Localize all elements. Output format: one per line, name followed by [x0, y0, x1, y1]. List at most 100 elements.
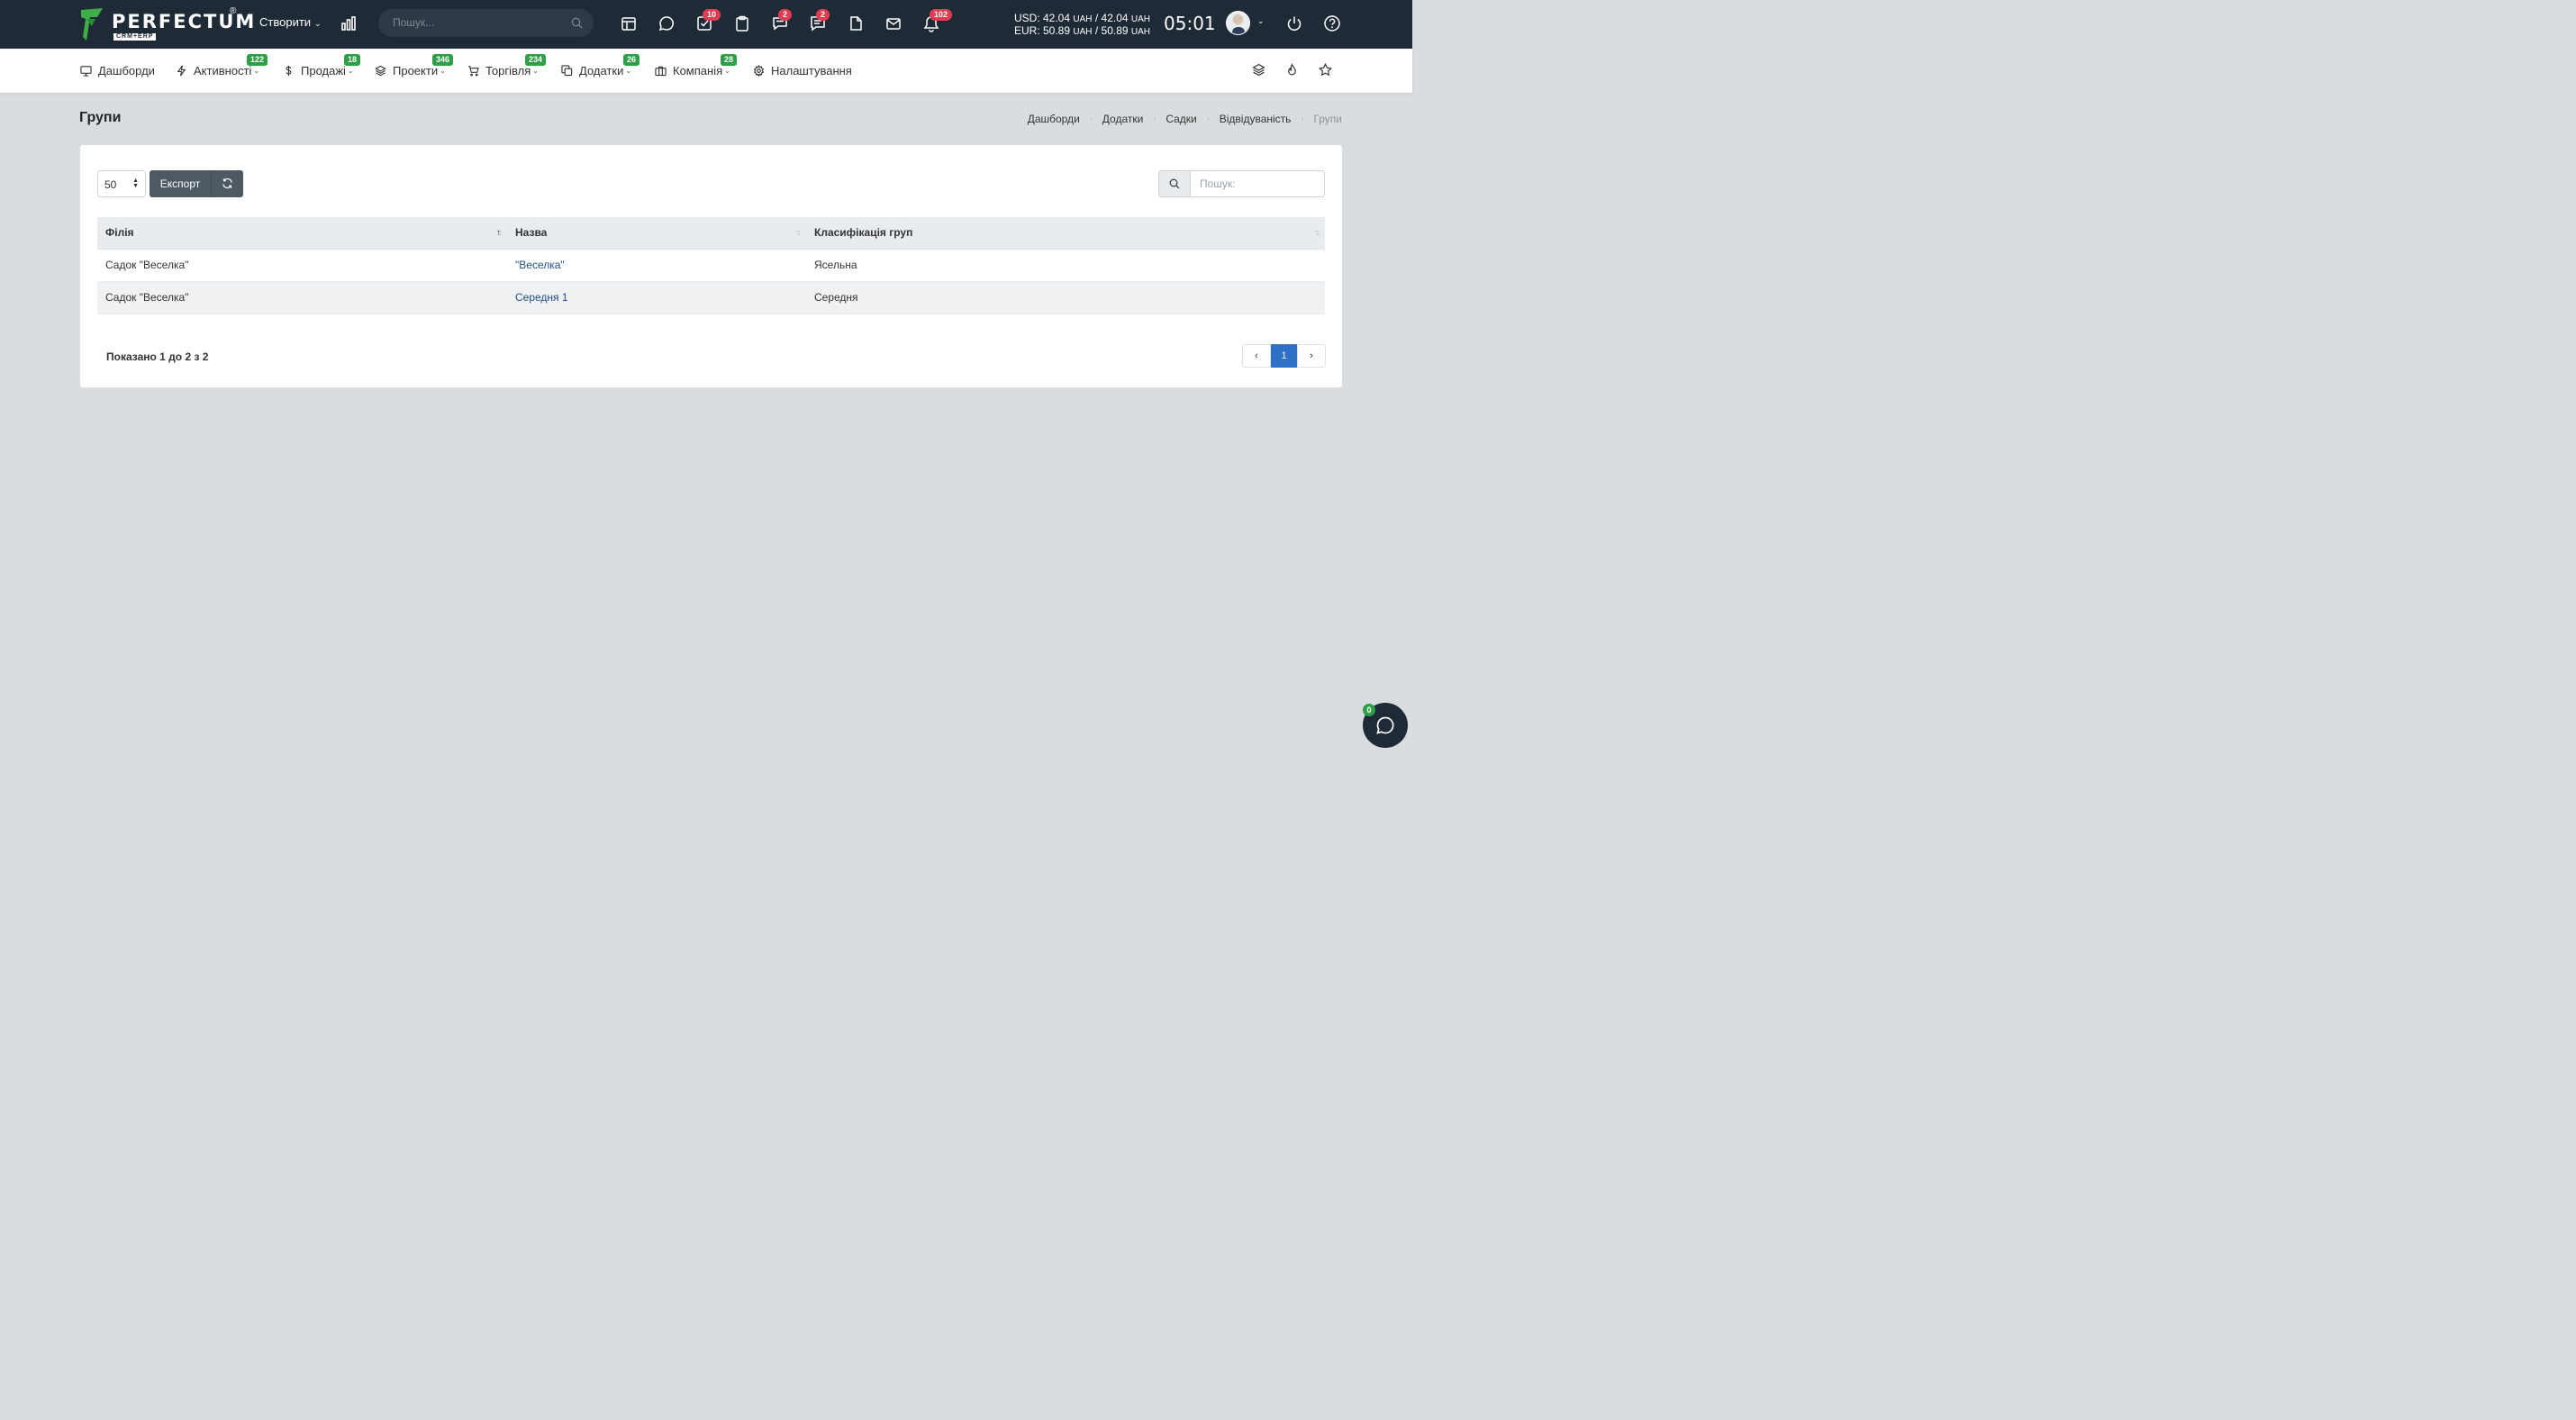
table-search-input[interactable]	[1190, 170, 1325, 197]
clock: 05:01	[1164, 13, 1216, 34]
chat-icon[interactable]	[658, 14, 676, 32]
nav-label: Додатки	[579, 64, 624, 77]
breadcrumb: Дашборди › Додатки › Садки › Відвідувані…	[1028, 113, 1342, 125]
page-title: Групи	[79, 110, 122, 125]
chevron-down-icon: ⌄	[724, 67, 730, 75]
monitor-icon	[80, 66, 92, 77]
global-search[interactable]	[378, 9, 594, 37]
notifications-badge: 102	[930, 9, 953, 21]
group-link[interactable]: Середня 1	[515, 291, 568, 304]
page-length-select[interactable]: 50 ▲ ▼	[97, 170, 146, 197]
bolt-icon	[177, 65, 186, 77]
pagination-prev[interactable]: ‹	[1242, 344, 1271, 368]
column-header-classification[interactable]: Класифікація груп ↑↓	[806, 217, 1325, 250]
star-icon[interactable]	[1319, 62, 1333, 77]
column-header-branch[interactable]: Філія ↑↓	[97, 217, 507, 250]
export-button[interactable]: Експорт	[150, 170, 211, 197]
nav-badge: 346	[432, 54, 454, 66]
layers-icon[interactable]	[1252, 63, 1266, 77]
cell-branch: Садок "Веселка"	[97, 281, 507, 314]
nav-item-company[interactable]: Компанія ⌄ 28	[655, 54, 738, 77]
fire-icon[interactable]	[1285, 63, 1300, 77]
main-nav: Дашборди Активності ⌄ 122 Продажі ⌄ 18 Про…	[0, 49, 1412, 93]
page-length-value: 50	[104, 178, 117, 191]
logo[interactable]: PERFECTUM CRM+ERP ®	[79, 6, 254, 42]
nav-item-dashboards[interactable]: Дашборди	[80, 64, 155, 77]
breadcrumb-item[interactable]: Відвідуваність	[1220, 113, 1292, 125]
pagination: ‹ 1 ›	[1242, 344, 1326, 368]
nav-item-addons[interactable]: Додатки ⌄ 26	[561, 54, 640, 77]
logo-registered: ®	[230, 6, 237, 16]
nav-item-sales[interactable]: Продажі ⌄ 18	[283, 54, 361, 77]
logo-subtitle: CRM+ERP	[113, 33, 157, 41]
tasks-badge: 10	[703, 9, 721, 21]
chevron-right-icon: ›	[1206, 114, 1210, 123]
sort-icon: ↑↓	[795, 228, 802, 238]
mail-icon[interactable]	[884, 14, 903, 32]
clipboard-icon[interactable]	[733, 14, 751, 32]
discussions-badge: 2	[778, 9, 793, 21]
help-icon[interactable]	[1323, 14, 1341, 32]
nav-label: Активності	[194, 64, 252, 77]
notes-icon[interactable]: 2	[809, 9, 830, 32]
pagination-page[interactable]: 1	[1271, 344, 1297, 368]
breadcrumb-item[interactable]: Додатки	[1102, 113, 1144, 125]
create-dropdown[interactable]: Створити ⌄	[259, 15, 322, 29]
table-row: Садок "Веселка" Середня 1 Середня	[97, 281, 1325, 314]
briefcase-icon	[655, 66, 667, 77]
calendar-icon[interactable]	[620, 14, 638, 32]
chevron-right-icon: ›	[1153, 114, 1156, 123]
eur-rate: EUR: 50.89 UAH / 50.89 UAH	[1014, 24, 1151, 37]
notes-badge: 2	[816, 9, 830, 21]
chat-bubble-icon	[1376, 716, 1394, 734]
nav-item-activities[interactable]: Активності ⌄ 122	[176, 54, 268, 77]
chevron-down-icon[interactable]: ⌄	[1257, 16, 1265, 26]
copy-icon	[561, 65, 573, 77]
chevron-down-icon: ⌄	[625, 67, 632, 75]
nav-label: Проекти	[393, 64, 439, 77]
column-header-name[interactable]: Назва ↑↓	[507, 217, 806, 250]
cell-classification: Середня	[806, 281, 1325, 314]
gear-icon	[753, 65, 765, 77]
power-icon[interactable]	[1285, 14, 1303, 32]
top-bar: PERFECTUM CRM+ERP ® Створити⌄ 10 2 2	[0, 0, 1412, 49]
nav-label: Компанія	[673, 64, 723, 77]
nav-item-trade[interactable]: Торгівля ⌄ 234	[467, 54, 547, 77]
chevron-down-icon: ⌄	[314, 19, 322, 28]
search-icon	[1158, 170, 1191, 197]
currency-rates: USD: 42.04 UAH / 42.04 UAH EUR: 50.89 UA…	[1014, 13, 1150, 38]
refresh-icon	[222, 178, 232, 189]
nav-label: Дашборди	[98, 64, 155, 77]
nav-badge: 234	[525, 54, 547, 66]
dollar-icon	[286, 65, 292, 77]
chevron-down-icon: ⌄	[532, 67, 539, 75]
group-link[interactable]: "Веселка"	[515, 259, 565, 271]
breadcrumb-current: Групи	[1313, 113, 1342, 125]
nav-label: Торгівля	[485, 64, 531, 77]
global-search-input[interactable]	[393, 16, 564, 29]
file-icon[interactable]	[847, 14, 865, 32]
breadcrumb-item[interactable]: Дашборди	[1028, 113, 1080, 125]
refresh-button[interactable]	[211, 170, 243, 197]
groups-card: 50 ▲▼ Експорт Філія↑↓ Назва↑↓ Класифікац…	[80, 145, 1342, 387]
pagination-next[interactable]: ›	[1297, 344, 1326, 368]
nav-badge: 18	[344, 54, 361, 66]
breadcrumb-item[interactable]: Садки	[1166, 113, 1196, 125]
nav-item-settings[interactable]: Налаштування	[753, 64, 852, 77]
chevron-down-icon: ⌄	[347, 67, 354, 75]
tasks-icon[interactable]: 10	[695, 9, 721, 32]
groups-table: Філія ↑↓ Назва ↑↓ Класифікація груп ↑↓ Садо…	[97, 217, 1325, 314]
sort-asc-icon: ↑↓	[496, 228, 503, 238]
nav-badge: 26	[623, 54, 640, 66]
bell-icon[interactable]: 102	[922, 9, 953, 32]
nav-item-projects[interactable]: Проекти ⌄ 346	[375, 54, 454, 77]
cell-classification: Ясельна	[806, 249, 1325, 282]
avatar[interactable]	[1226, 11, 1250, 35]
nav-badge: 122	[247, 54, 268, 66]
bar-chart-icon[interactable]	[340, 14, 358, 32]
nav-label: Продажі	[301, 64, 346, 77]
discussions-icon[interactable]: 2	[771, 9, 793, 32]
nav-badge: 28	[721, 54, 738, 66]
cell-name: Середня 1	[507, 281, 806, 314]
search-icon[interactable]	[571, 17, 583, 29]
